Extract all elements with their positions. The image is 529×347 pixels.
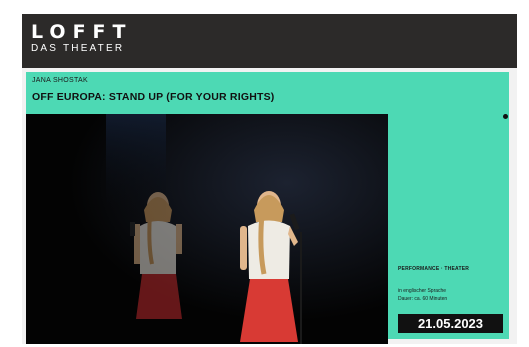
event-date[interactable]: 21.05.2023	[398, 314, 503, 333]
event-card: LOFFT DAS THEATER JANA SHOSTAK OFF EUROP…	[22, 14, 517, 344]
lofft-logo[interactable]: LOFFT DAS THEATER	[31, 22, 133, 55]
logo-tagline: DAS THEATER	[31, 43, 125, 54]
event-photo[interactable]	[26, 114, 388, 344]
event-duration: Dauer: ca. 60 Minuten	[398, 296, 448, 302]
event-tags: PERFORMANCE · THEATER	[398, 266, 470, 272]
site-header: LOFFT DAS THEATER	[22, 14, 517, 68]
event-teaser[interactable]: JANA SHOSTAK OFF EUROPA: STAND UP (FOR Y…	[26, 72, 509, 344]
event-language: in englischer Sprache	[398, 288, 447, 294]
bullet-dot-icon	[503, 114, 508, 119]
event-artist: JANA SHOSTAK	[32, 77, 88, 84]
logo-wordmark: LOFFT	[31, 21, 133, 43]
event-title[interactable]: OFF EUROPA: STAND UP (FOR YOUR RIGHTS)	[32, 91, 275, 103]
event-info: in englischer Sprache Dauer: ca. 60 Minu…	[398, 287, 447, 303]
performer-photo-illustration	[26, 114, 388, 344]
